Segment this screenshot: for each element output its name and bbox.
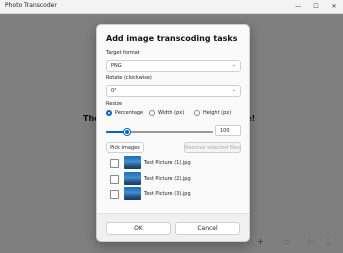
rotate-value: 0° (111, 88, 117, 94)
radio-indicator (194, 110, 200, 116)
close-button[interactable]: ✕ (325, 0, 343, 13)
add-task-dialog: Add image transcoding tasks Target forma… (96, 24, 250, 242)
file-checkbox[interactable] (110, 159, 119, 168)
radio-height[interactable]: Height (px) (194, 110, 231, 116)
remove-selected-button[interactable]: Remove selected files (184, 142, 241, 153)
resize-slider[interactable] (106, 129, 213, 135)
chevron-down-icon: ⌄ (231, 87, 236, 93)
file-checkbox[interactable] (110, 190, 119, 199)
file-name: Test Picture (1).jpg (144, 160, 191, 166)
minimize-icon: — (295, 3, 301, 10)
radio-percentage-label: Percentage (115, 110, 144, 116)
radio-indicator (149, 110, 155, 116)
radio-width-label: Width (px) (158, 110, 185, 116)
file-name: Test Picture (2).jpg (144, 176, 191, 182)
rotate-select[interactable]: 0° ⌄ (106, 85, 241, 97)
add-icon[interactable]: + (257, 237, 264, 249)
file-list-item[interactable]: Test Picture (1).jpg (106, 156, 239, 170)
file-thumbnail (124, 156, 141, 169)
file-name: Test Picture (3).jpg (144, 191, 191, 197)
play-icon[interactable]: ▷ (308, 237, 314, 249)
chevron-down-icon: ⌄ (231, 62, 236, 68)
resize-value: 100 (220, 128, 230, 134)
radio-percentage[interactable]: Percentage (106, 110, 143, 116)
dialog-title: Add image transcoding tasks (106, 34, 238, 43)
minimize-button[interactable]: — (289, 0, 307, 13)
radio-width[interactable]: Width (px) (149, 110, 184, 116)
radio-indicator (106, 110, 112, 116)
maximize-button[interactable]: ☐ (307, 0, 325, 13)
pane-icon[interactable]: ▯ (326, 237, 330, 249)
maximize-icon: ☐ (313, 3, 319, 10)
app-title: Photo Transcoder (5, 2, 57, 9)
ok-button[interactable]: OK (106, 222, 171, 235)
resize-value-input[interactable]: 100 (215, 125, 241, 136)
clear-icon[interactable]: ▭ (283, 237, 291, 249)
file-list-item[interactable]: Test Picture (2).jpg (106, 172, 239, 186)
file-list-item[interactable]: Test Picture (3).jpg (106, 187, 239, 201)
target-format-value: PNG (111, 63, 122, 69)
radio-height-label: Height (px) (203, 110, 232, 116)
dialog-footer: OK Cancel (97, 213, 249, 241)
target-format-select[interactable]: PNG ⌄ (106, 60, 241, 72)
cancel-button[interactable]: Cancel (175, 222, 240, 235)
slider-thumb[interactable] (124, 129, 131, 135)
resize-label: Resize (106, 101, 123, 107)
target-format-label: Target format (106, 50, 140, 56)
close-icon: ✕ (331, 3, 337, 10)
pick-images-button[interactable]: Pick images (106, 142, 144, 153)
file-thumbnail (124, 187, 141, 200)
file-thumbnail (124, 172, 141, 185)
rotate-label: Rotate (clockwise) (106, 75, 152, 81)
title-bar: Photo Transcoder — ☐ ✕ (0, 0, 343, 14)
file-checkbox[interactable] (110, 175, 119, 184)
